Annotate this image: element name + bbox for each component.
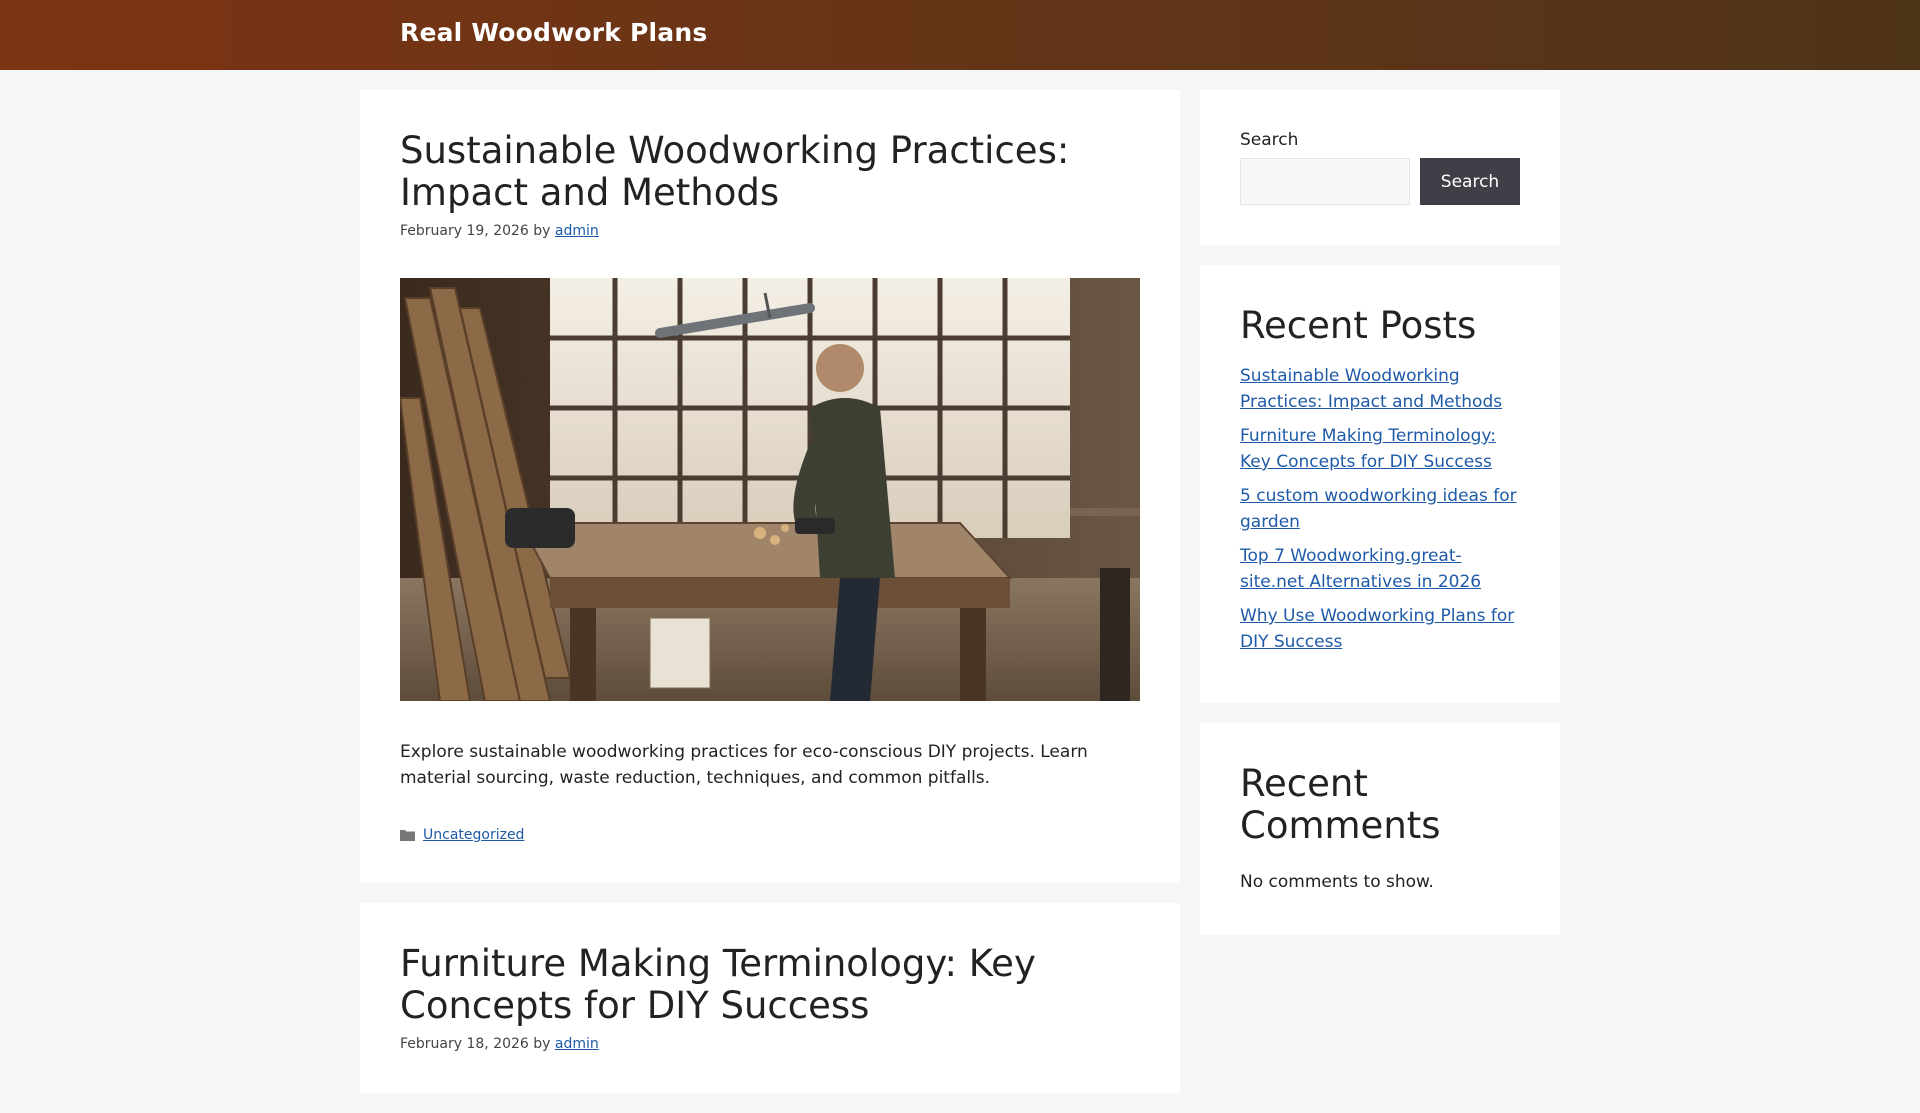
- list-item: Sustainable Woodworking Practices: Impac…: [1240, 363, 1520, 415]
- post-meta: February 18, 2026 by admin: [400, 1035, 1140, 1053]
- post-meta: February 19, 2026 by admin: [400, 222, 1140, 240]
- recent-posts-list: Sustainable Woodworking Practices: Impac…: [1240, 363, 1520, 655]
- post-title[interactable]: Furniture Making Terminology: Key Concep…: [400, 943, 1140, 1027]
- post-article: Sustainable Woodworking Practices: Impac…: [360, 90, 1180, 883]
- search-widget: Search Search: [1200, 90, 1560, 245]
- featured-image[interactable]: [400, 278, 1140, 701]
- list-item: Furniture Making Terminology: Key Concep…: [1240, 423, 1520, 475]
- workshop-photo: [400, 278, 1140, 701]
- post-date: February 19, 2026: [400, 223, 529, 239]
- post-date: February 18, 2026: [400, 1036, 529, 1052]
- search-button[interactable]: Search: [1420, 158, 1520, 205]
- post-title[interactable]: Sustainable Woodworking Practices: Impac…: [400, 130, 1140, 214]
- post-article: Furniture Making Terminology: Key Concep…: [360, 903, 1180, 1093]
- post-author-link[interactable]: admin: [555, 223, 599, 239]
- recent-post-link[interactable]: Why Use Woodworking Plans for DIY Succes…: [1240, 606, 1514, 652]
- search-input[interactable]: [1240, 158, 1410, 205]
- main-content: Sustainable Woodworking Practices: Impac…: [360, 90, 1180, 1113]
- site-header: Real Woodwork Plans: [0, 0, 1920, 70]
- recent-post-link[interactable]: 5 custom woodworking ideas for garden: [1240, 486, 1517, 532]
- post-by: by: [533, 1036, 551, 1052]
- search-form: Search: [1240, 158, 1520, 205]
- post-by: by: [533, 223, 551, 239]
- post-category: Uncategorized: [400, 827, 1140, 843]
- recent-comments-title: Recent Comments: [1240, 762, 1441, 847]
- folder-icon: [400, 830, 415, 841]
- category-link[interactable]: Uncategorized: [423, 827, 524, 843]
- site-title-link[interactable]: Real Woodwork Plans: [400, 18, 707, 47]
- list-item: Why Use Woodworking Plans for DIY Succes…: [1240, 603, 1520, 655]
- recent-posts-widget: Recent Posts Sustainable Woodworking Pra…: [1200, 265, 1560, 703]
- page-wrapper: Sustainable Woodworking Practices: Impac…: [360, 90, 1560, 1093]
- list-item: Top 7 Woodworking.great-site.net Alterna…: [1240, 543, 1520, 595]
- post-excerpt: Explore sustainable woodworking practice…: [400, 742, 1088, 788]
- recent-post-link[interactable]: Furniture Making Terminology: Key Concep…: [1240, 426, 1496, 472]
- no-comments-text: No comments to show.: [1240, 872, 1434, 892]
- recent-posts-title: Recent Posts: [1240, 304, 1477, 347]
- recent-comments-widget: Recent Comments No comments to show.: [1200, 723, 1560, 935]
- post-author-link[interactable]: admin: [555, 1036, 599, 1052]
- recent-post-link[interactable]: Top 7 Woodworking.great-site.net Alterna…: [1240, 546, 1481, 592]
- sidebar: Search Search Recent Posts Sustainable W…: [1200, 90, 1560, 955]
- recent-post-link[interactable]: Sustainable Woodworking Practices: Impac…: [1240, 366, 1502, 412]
- search-label: Search: [1240, 130, 1299, 150]
- list-item: 5 custom woodworking ideas for garden: [1240, 483, 1520, 535]
